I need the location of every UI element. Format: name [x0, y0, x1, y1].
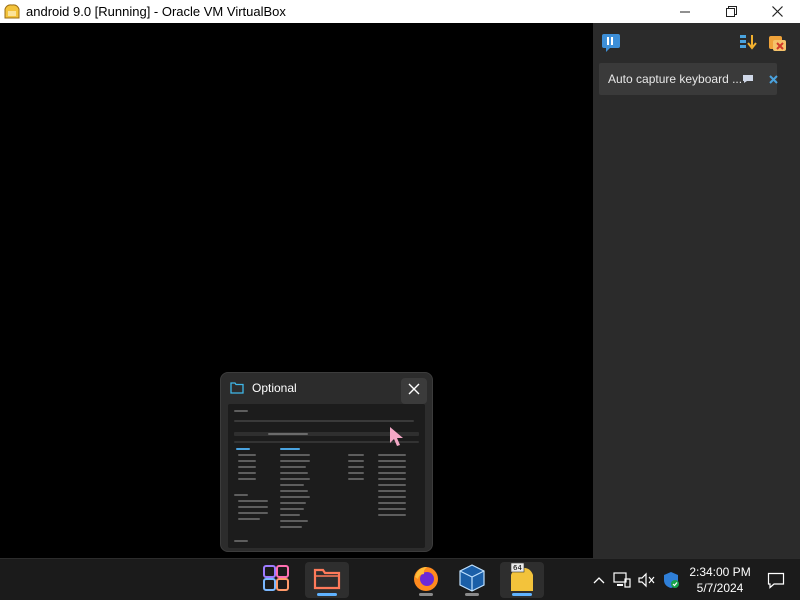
clock-time: 2:34:00 PM [689, 565, 751, 579]
thumbnail-close-button[interactable] [401, 378, 427, 404]
dismiss-icon[interactable] [765, 71, 781, 87]
minimize-button[interactable] [662, 0, 708, 23]
thumbnail-title: Optional [252, 381, 297, 395]
clear-notifications-icon[interactable] [767, 32, 789, 54]
file-explorer-taskbar-button[interactable] [305, 562, 349, 598]
notification-text: Auto capture keyboard ... [608, 72, 743, 86]
virtualbox-taskbar-button[interactable] [450, 562, 494, 598]
taskbar-clock[interactable]: 2:34:00 PM 5/7/2024 [685, 564, 755, 596]
folder-icon [230, 381, 244, 394]
clock-date: 5/7/2024 [696, 581, 744, 595]
file-explorer-icon [313, 566, 341, 595]
volume-muted-icon[interactable] [638, 571, 656, 589]
virtualbox-vm-icon [3, 3, 21, 20]
running-indicator [465, 593, 479, 596]
file-explorer-window-preview[interactable] [228, 404, 425, 548]
windows-start-icon [263, 564, 289, 596]
firefox-taskbar-button[interactable] [404, 562, 448, 598]
windows-security-icon[interactable] [662, 571, 680, 589]
network-icon[interactable] [613, 571, 631, 589]
taskbar: 64 2:34:00 PM 5/7/2024 [0, 558, 800, 600]
sort-download-icon[interactable] [737, 32, 759, 54]
restore-button[interactable] [708, 0, 754, 23]
restore-icon [725, 6, 737, 17]
virtualbox-vm-taskbar-button[interactable]: 64 [500, 562, 544, 598]
message-log-icon[interactable] [600, 32, 622, 54]
close-icon [771, 6, 783, 17]
close-icon [408, 382, 420, 400]
active-indicator [512, 593, 532, 596]
running-indicator [419, 593, 433, 596]
active-indicator [317, 593, 337, 596]
window-titlebar: android 9.0 [Running] - Oracle VM Virtua… [0, 0, 800, 23]
window-title: android 9.0 [Running] - Oracle VM Virtua… [26, 4, 286, 19]
notification-center-icon[interactable] [767, 571, 785, 589]
start-button[interactable] [254, 562, 298, 598]
mouse-cursor-icon [388, 426, 406, 448]
notification-side-panel: Auto capture keyboard ... [593, 23, 800, 558]
details-icon[interactable] [740, 71, 756, 87]
close-button[interactable] [754, 0, 800, 23]
chevron-up-icon[interactable] [590, 571, 608, 589]
taskbar-thumbnail-popup: Optional [220, 372, 433, 552]
minimize-icon [680, 7, 690, 17]
notification-item[interactable]: Auto capture keyboard ... [599, 63, 778, 95]
vm-badge-text: 64 [513, 564, 522, 572]
